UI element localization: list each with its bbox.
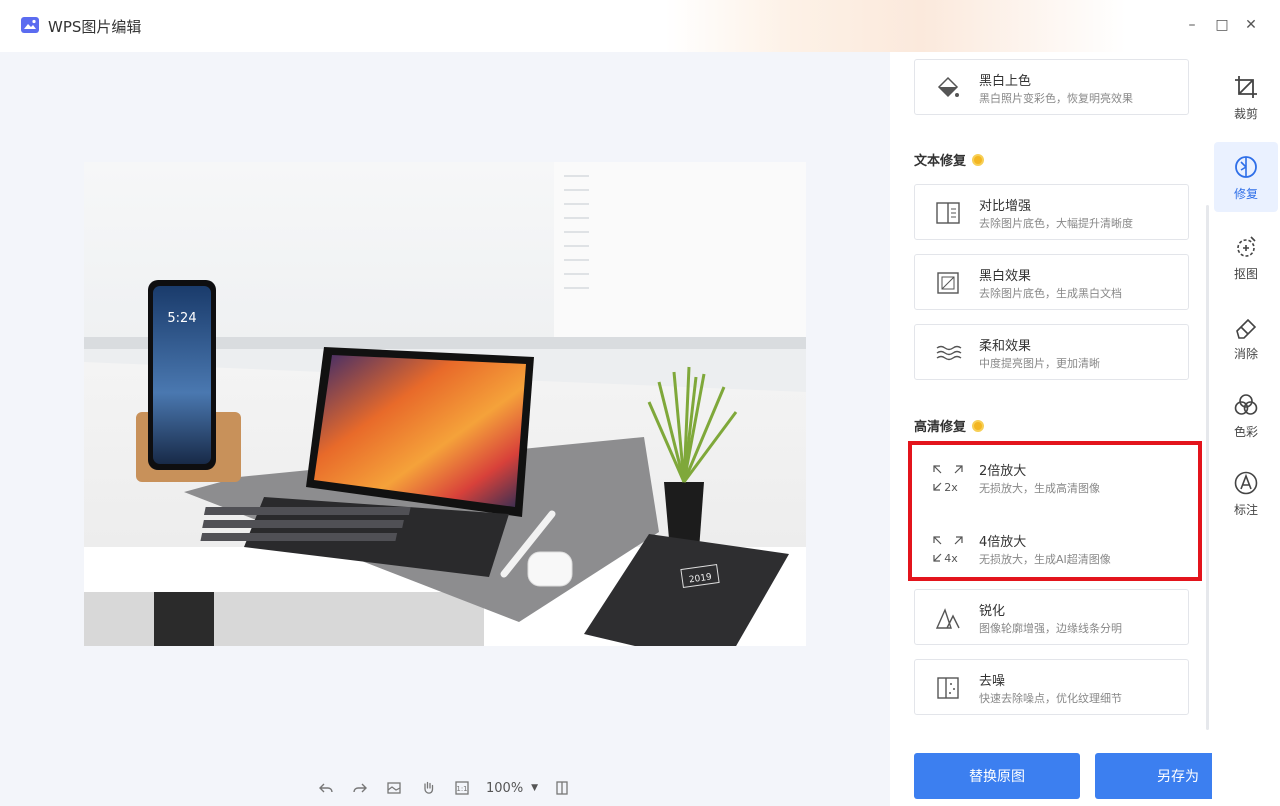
color-icon	[1232, 391, 1260, 419]
side-rail: 裁剪 修复 抠图 消除 色彩 标注	[1212, 52, 1280, 806]
rail-label: 标注	[1233, 502, 1258, 517]
tool-desc: 中度提亮图片，更加清晰	[979, 357, 1100, 370]
repair-icon	[1232, 153, 1260, 181]
close-icon: ✕	[1245, 17, 1257, 33]
compare-button[interactable]	[384, 778, 404, 798]
section-hd-repair: 高清修复	[914, 416, 985, 435]
highlight-box	[908, 441, 1202, 581]
split-view-icon	[556, 781, 568, 795]
panel-scrollbar[interactable]	[1206, 205, 1209, 730]
contrast-icon	[931, 199, 965, 227]
split-view-button[interactable]	[552, 778, 572, 798]
tool-desc: 去除图片底色，大幅提升清晰度	[979, 217, 1133, 230]
tool-name: 黑白上色	[979, 74, 1032, 89]
rail-item-color[interactable]: 色彩	[1214, 380, 1278, 450]
tool-name: 黑白效果	[979, 269, 1032, 284]
cutout-icon	[1232, 233, 1260, 261]
sharpen-icon	[931, 604, 965, 632]
eraser-icon	[1232, 313, 1260, 341]
section-title-text: 高清修复	[914, 420, 967, 435]
tool-card-contrast[interactable]: 对比增强 去除图片底色，大幅提升清晰度	[914, 184, 1189, 240]
rail-item-crop[interactable]: 裁剪	[1214, 62, 1278, 132]
vip-badge-icon	[972, 419, 985, 432]
fit-icon: 1:1	[455, 781, 469, 795]
annotate-icon	[1232, 469, 1260, 497]
canvas-area: 5:24 2019 1:1 100% ▼	[0, 52, 890, 806]
minimize-button[interactable]: –	[1182, 15, 1202, 35]
zoom-level: 100%	[486, 780, 524, 796]
crop-icon	[1232, 73, 1260, 101]
fit-screen-button[interactable]: 1:1	[452, 778, 472, 798]
soft-icon	[931, 339, 965, 367]
zoom-select[interactable]: 100% ▼	[486, 781, 538, 796]
bw-icon	[931, 269, 965, 297]
redo-button[interactable]	[350, 778, 370, 798]
svg-text:1:1: 1:1	[456, 785, 467, 793]
button-label: 替换原图	[969, 769, 1025, 785]
hand-tool-button[interactable]	[418, 778, 438, 798]
rail-label: 抠图	[1233, 266, 1258, 281]
repair-panel: 黑白上色 黑白照片变彩色，恢复明亮效果 文本修复 对比增强 去除图片底色，大幅提…	[890, 52, 1261, 806]
hand-icon	[424, 781, 434, 794]
edited-photo[interactable]: 5:24 2019	[84, 162, 806, 646]
image-compare-icon	[387, 782, 401, 794]
rail-label: 修复	[1233, 186, 1258, 201]
tool-desc: 图像轮廓增强，边缘线条分明	[979, 622, 1122, 635]
rail-label: 消除	[1233, 346, 1258, 361]
rail-item-annotate[interactable]: 标注	[1214, 458, 1278, 528]
tool-name: 锐化	[979, 604, 1006, 619]
tool-name: 对比增强	[979, 199, 1032, 214]
minimize-icon: –	[1188, 17, 1196, 33]
maximize-icon: □	[1215, 17, 1229, 33]
canvas-toolbar: 1:1 100% ▼	[316, 776, 572, 800]
tool-card-sharpen[interactable]: 锐化 图像轮廓增强，边缘线条分明	[914, 589, 1189, 645]
title-bar: WPS图片编辑 – □ ✕	[0, 0, 1280, 52]
caret-down-icon: ▼	[531, 783, 539, 793]
tool-name: 柔和效果	[979, 339, 1032, 354]
tool-desc: 快速去除噪点，优化纹理细节	[979, 692, 1122, 705]
tool-card-colorize[interactable]: 黑白上色 黑白照片变彩色，恢复明亮效果	[914, 59, 1189, 115]
colorize-icon	[931, 74, 965, 102]
tool-card-bw[interactable]: 黑白效果 去除图片底色，生成黑白文档	[914, 254, 1189, 310]
button-label: 另存为	[1157, 769, 1199, 785]
tool-desc: 去除图片底色，生成黑白文档	[979, 287, 1122, 300]
maximize-button[interactable]: □	[1212, 15, 1232, 35]
tool-card-soft[interactable]: 柔和效果 中度提亮图片，更加清晰	[914, 324, 1189, 380]
vip-badge-icon	[972, 153, 985, 166]
rail-item-repair[interactable]: 修复	[1214, 142, 1278, 212]
wps-image-logo-icon	[21, 17, 39, 33]
replace-original-button[interactable]: 替换原图	[914, 753, 1080, 799]
rail-item-cutout[interactable]: 抠图	[1214, 222, 1278, 292]
tool-name: 去噪	[979, 674, 1006, 689]
phone-time: 5:24	[167, 311, 196, 326]
redo-icon	[353, 783, 367, 793]
close-button[interactable]: ✕	[1241, 15, 1261, 35]
section-text-repair: 文本修复	[914, 150, 985, 169]
section-title-text: 文本修复	[914, 154, 967, 169]
undo-icon	[319, 783, 333, 793]
app-title: WPS图片编辑	[48, 18, 142, 36]
rail-label: 色彩	[1233, 424, 1258, 439]
undo-button[interactable]	[316, 778, 336, 798]
rail-item-eraser[interactable]: 消除	[1214, 302, 1278, 372]
tool-card-denoise[interactable]: 去噪 快速去除噪点，优化纹理细节	[914, 659, 1189, 715]
denoise-icon	[931, 674, 965, 702]
tool-desc: 黑白照片变彩色，恢复明亮效果	[979, 92, 1133, 105]
photo-desk-scene: 5:24 2019	[84, 162, 806, 646]
rail-label: 裁剪	[1233, 106, 1258, 121]
